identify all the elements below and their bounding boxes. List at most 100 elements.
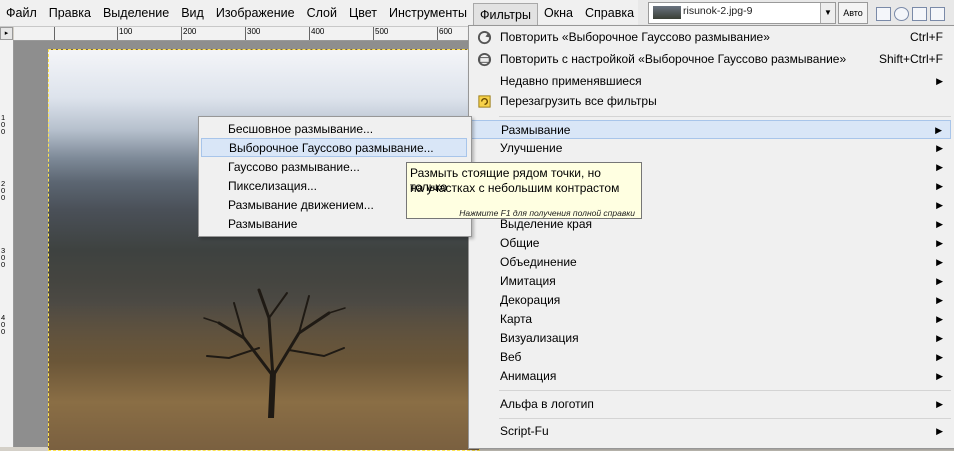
menu-item-tileable-blur[interactable]: Бесшовное размывание... (201, 120, 467, 139)
menu-layer[interactable]: Слой (301, 2, 343, 24)
submenu-arrow-icon: ▶ (936, 333, 943, 343)
ruler-corner-button[interactable]: ▸ (0, 27, 13, 40)
menu-item-repeat-last[interactable]: Повторить «Выборочное Гауссово размывани… (471, 28, 951, 47)
menu-item-label: Улучшение (500, 141, 563, 155)
menu-separator (499, 418, 951, 419)
menu-filters[interactable]: Фильтры (472, 2, 538, 26)
menu-item-selective-gaussian-blur[interactable]: Выборочное Гауссово размывание... (201, 138, 467, 157)
menu-item-label: Бесшовное размывание... (228, 122, 374, 136)
rect-select-icon[interactable] (876, 7, 891, 21)
menu-image[interactable]: Изображение (210, 2, 301, 24)
filters-menu: Повторить «Выборочное Гауссово размывани… (468, 25, 954, 449)
fuzzy-select-icon[interactable] (930, 7, 945, 21)
menu-file[interactable]: Файл (0, 2, 43, 24)
ruler-label: 400 (311, 27, 325, 36)
submenu-arrow-icon: ▶ (936, 295, 943, 305)
tree-silhouette (203, 288, 346, 418)
menu-item-label: Размывание (501, 123, 571, 137)
image-canvas[interactable] (14, 41, 480, 451)
menu-item-recent[interactable]: Недавно применявшиеся ▶ (471, 72, 951, 91)
ruler-label: 600 (439, 27, 453, 36)
ellipse-select-icon[interactable] (894, 7, 909, 21)
menu-item-label: Гауссово размывание... (228, 160, 360, 174)
ruler-tick (373, 27, 374, 40)
reload-icon (478, 95, 491, 108)
ruler-label: 100 (119, 27, 133, 36)
menu-item-shortcut: Ctrl+F (910, 30, 943, 44)
menu-item-generic[interactable]: Общие ▶ (471, 234, 951, 253)
menu-separator (499, 390, 951, 391)
menu-help[interactable]: Справка (579, 2, 640, 24)
tooltip-help-hint: Нажмите F1 для получения полной справки (459, 208, 635, 218)
menu-windows[interactable]: Окна (538, 2, 579, 24)
menu-item-web[interactable]: Веб ▶ (471, 348, 951, 367)
menu-item-artistic[interactable]: Имитация ▶ (471, 272, 951, 291)
menu-item-label: Объединение (500, 255, 577, 269)
ruler-label: 4 0 0 (1, 313, 6, 336)
horizontal-ruler: 100 200 300 400 500 600 (14, 27, 474, 41)
menu-item-label: Общие (500, 236, 540, 250)
menu-item-label: Альфа в логотип (500, 397, 594, 411)
menu-item-combine[interactable]: Объединение ▶ (471, 253, 951, 272)
ruler-tick (54, 27, 55, 40)
submenu-arrow-icon: ▶ (936, 200, 943, 210)
image-selector-combo[interactable]: risunok-2.jpg-9 ▼ (648, 2, 836, 24)
menu-item-label: Перезагрузить все фильтры (500, 94, 657, 108)
menu-item-label: Размывание (228, 217, 298, 231)
menu-item-blur[interactable]: Размывание ▶ (471, 120, 951, 139)
menu-colors[interactable]: Цвет (343, 2, 383, 24)
submenu-arrow-icon: ▶ (936, 371, 943, 381)
menu-item-render[interactable]: Визуализация ▶ (471, 329, 951, 348)
menu-item-reload-filters[interactable]: Перезагрузить все фильтры (471, 92, 951, 111)
menu-item-label: Визуализация (500, 331, 579, 345)
menu-item-reshow-last[interactable]: Повторить с настройкой «Выборочное Гаусс… (471, 50, 951, 69)
menu-item-enhance[interactable]: Улучшение ▶ (471, 139, 951, 158)
reshow-icon (477, 52, 492, 67)
ruler-tick (437, 27, 438, 40)
menu-item-label: Анимация (500, 369, 557, 383)
tool-options-icons (874, 4, 954, 22)
menu-item-alpha-to-logo[interactable]: Альфа в логотип ▶ (471, 395, 951, 414)
menu-item-script-fu[interactable]: Script-Fu ▶ (471, 422, 951, 441)
submenu-arrow-icon: ▶ (936, 76, 943, 86)
image-name: risunok-2.jpg-9 (683, 5, 753, 17)
menu-edit[interactable]: Правка (43, 2, 97, 24)
submenu-arrow-icon: ▶ (936, 219, 943, 229)
ruler-label: 200 (183, 27, 197, 36)
menu-select[interactable]: Выделение (97, 2, 175, 24)
ruler-label: 3 0 0 (1, 246, 6, 269)
submenu-arrow-icon: ▶ (936, 162, 943, 172)
ruler-tick (309, 27, 310, 40)
submenu-arrow-icon: ▶ (936, 399, 943, 409)
menu-separator (499, 116, 951, 117)
free-select-icon[interactable] (912, 7, 927, 21)
menu-item-label: Повторить «Выборочное Гауссово размывани… (500, 30, 770, 44)
landscape-photo[interactable] (48, 49, 480, 451)
menu-item-map[interactable]: Карта ▶ (471, 310, 951, 329)
menu-item-label: Повторить с настройкой «Выборочное Гаусс… (500, 52, 847, 66)
menu-item-label: Script-Fu (500, 424, 549, 438)
ruler-tick (245, 27, 246, 40)
auto-button[interactable]: Авто (838, 2, 868, 24)
menu-item-decor[interactable]: Декорация ▶ (471, 291, 951, 310)
menu-item-label: Пикселизация... (228, 179, 317, 193)
menu-item-label: Размывание движением... (228, 198, 374, 212)
chevron-down-icon[interactable]: ▼ (820, 3, 835, 23)
image-thumbnail (653, 6, 681, 19)
submenu-arrow-icon: ▶ (936, 276, 943, 286)
menu-item-label: Декорация (500, 293, 561, 307)
tooltip-line: на участках с небольшим контрастом (410, 181, 620, 195)
menu-view[interactable]: Вид (175, 2, 210, 24)
vertical-ruler: 1 0 0 2 0 0 3 0 0 4 0 0 (0, 40, 14, 447)
ruler-label: 300 (247, 27, 261, 36)
menu-item-shortcut: Shift+Ctrl+F (878, 52, 943, 66)
menu-item-label: Выборочное Гауссово размывание... (229, 141, 434, 155)
submenu-arrow-icon: ▶ (936, 314, 943, 324)
tooltip: Размыть стоящие рядом точки, но только н… (406, 162, 642, 219)
ruler-label: 2 0 0 (1, 179, 6, 202)
ruler-label: 500 (375, 27, 389, 36)
menu-item-label: Недавно применявшиеся (500, 74, 642, 88)
menu-item-animation[interactable]: Анимация ▶ (471, 367, 951, 386)
main-menubar: Файл Правка Выделение Вид Изображение Сл… (0, 0, 638, 27)
menu-tools[interactable]: Инструменты (383, 2, 473, 24)
